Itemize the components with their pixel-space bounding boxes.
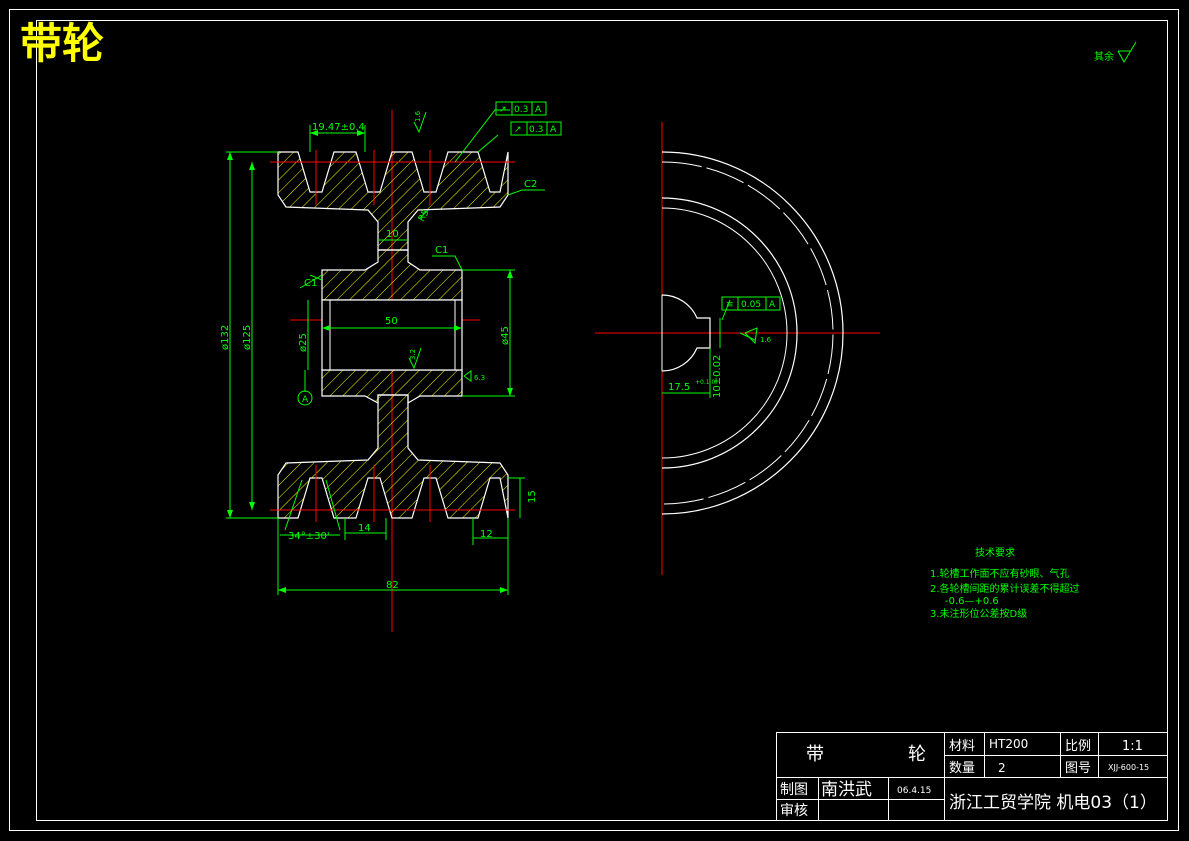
section-view: [270, 110, 515, 632]
tb-quantity-value: 2: [998, 761, 1006, 775]
roughness-3: 6.3: [474, 374, 485, 382]
dim-pitch-dia: ø125: [242, 325, 253, 350]
tb-part-name-1: 带: [806, 744, 824, 765]
tb-drawing-no-label: 图号: [1065, 761, 1091, 776]
tolerance-frame-1: ↗ 0.3 A: [495, 101, 547, 116]
tb-quantity-label: 数量: [949, 761, 975, 776]
tb-material-value: HT200: [989, 737, 1028, 751]
outer-border: [9, 9, 1179, 831]
tol2-datum: A: [550, 125, 557, 135]
tb-scale-label: 比例: [1065, 739, 1091, 754]
tol3-datum: A: [769, 300, 776, 310]
dim-bore-len: 50: [385, 316, 398, 327]
roughness-symbol-icon: [1117, 41, 1137, 64]
dim-total-width: 82: [386, 580, 399, 591]
tech-requirements: 技术要求 1.轮槽工作面不应有砂眼、气孔 2.各轮槽间距的累计误差不得超过 -0…: [930, 546, 1080, 620]
surface-finish-note: 其余: [1094, 50, 1114, 63]
roughness-4: 1.6: [760, 336, 772, 344]
roughness-1: 1.6: [414, 110, 422, 122]
tb-drawn-by: 南洪武: [821, 780, 872, 800]
roughness-2: 3.2: [409, 349, 417, 360]
dim-groove-depth: 15: [527, 490, 538, 503]
roughness-mark-side: [744, 327, 758, 345]
tb-part-name-2: 轮: [908, 744, 926, 765]
tech-req-heading: 技术要求: [975, 546, 1015, 559]
tol1-symbol: ↗: [499, 105, 507, 115]
tol3-symbol: ≡: [726, 300, 734, 310]
tol3-value: 0.05: [741, 300, 761, 310]
datum-label: A: [302, 395, 309, 405]
tech-req-line-3: -0.6—+0.6: [945, 596, 999, 607]
dim-chamfer-left: C1: [304, 278, 317, 289]
tb-drawing-no-value: XJJ-600-15: [1108, 763, 1149, 772]
side-view: [595, 122, 880, 575]
tol1-datum: A: [535, 105, 542, 115]
dim-edge-dist: 12: [480, 529, 493, 540]
dim-keyway-depth: 17.5: [668, 382, 690, 393]
tb-date: 06.4.15: [897, 786, 931, 796]
tech-req-line-2: 2.各轮槽间距的累计误差不得超过: [930, 582, 1080, 595]
tb-drawn-label: 制图: [780, 782, 808, 798]
tol1-value: 0.3: [514, 105, 528, 115]
datum-marker: A: [297, 390, 313, 406]
dim-keyway-width: 10±0.02: [712, 355, 723, 398]
dim-chamfer-hub: C1: [435, 245, 448, 256]
tol2-symbol: ↗: [514, 125, 522, 135]
tb-scale-value: 1:1: [1122, 739, 1143, 754]
tb-school: 浙江工贸学院 机电03（1）: [949, 793, 1157, 813]
tech-req-line-4: 3.未注形位公差按D级: [930, 607, 1027, 620]
lower-rim: [277, 394, 509, 519]
tb-check-label: 审核: [780, 803, 808, 819]
dim-groove-width: 14: [358, 523, 371, 534]
bore: [321, 299, 463, 371]
dim-hub-gap: 10: [386, 229, 399, 240]
tolerance-frame-3: ≡ 0.05 A: [721, 296, 781, 311]
dim-hub-dia: ø45: [500, 326, 511, 345]
corner-title: 带轮: [20, 19, 104, 68]
dim-chamfer-top: C2: [524, 179, 537, 190]
cad-drawing-sheet: 带轮 其余 19.47±0.4 10 C2 C1 C1 50 14 34°±30…: [0, 0, 1189, 841]
tol2-value: 0.3: [529, 125, 543, 135]
tolerance-frame-2: ↗ 0.3 A: [510, 121, 562, 136]
dim-groove-pitch: 19.47±0.4: [312, 122, 365, 133]
hub-upper: [321, 249, 463, 301]
tech-req-line-1: 1.轮槽工作面不应有砂眼、气孔: [930, 567, 1070, 580]
tb-material-label: 材料: [949, 739, 975, 754]
drawing-canvas: 带轮 其余 19.47±0.4 10 C2 C1 C1 50 14 34°±30…: [9, 9, 1179, 831]
dim-angle: 34°±30': [288, 531, 330, 542]
dim-bore-dia: ø25: [298, 333, 309, 352]
dim-outer-dia: ø132: [220, 325, 231, 350]
inner-border: [36, 20, 1168, 821]
